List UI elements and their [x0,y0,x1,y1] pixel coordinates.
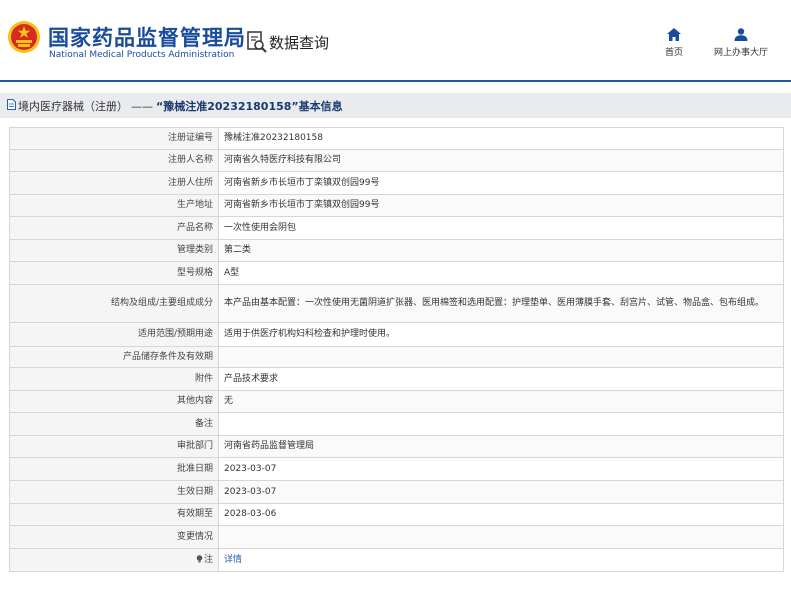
field-label: 注册人名称 [9,149,219,172]
table-row: 管理类别 第二类 [9,239,784,262]
note-value-cell: 详情 [218,548,784,572]
field-label: 附件 [9,367,219,391]
field-label: 变更情况 [9,525,219,549]
field-label: 备注 [9,412,219,436]
table-row: 产品名称 一次性使用会阴包 [9,216,784,240]
field-value: 河南省新乡市长垣市丁栾镇双创园99号 [218,171,784,195]
field-value: 无 [218,390,784,413]
search-document-icon [247,31,267,53]
table-row: 生产地址 河南省新乡市长垣市丁栾镇双创园99号 [9,194,784,217]
nav-online-service-label: 网上办事大厅 [713,48,768,58]
field-value: 2023-03-07 [218,480,784,504]
nav-home-label: 首页 [664,48,683,58]
table-row: 变更情况 [9,525,784,549]
field-value [218,412,784,436]
field-label: 注册证编号 [9,127,219,150]
breadcrumb-separator: —— [131,100,153,113]
site-title[interactable]: 国家药品监督管理局 [48,22,246,52]
note-label-cell: 注 [9,548,219,572]
table-row: 附件 产品技术要求 [9,367,784,391]
field-value: 河南省药品监督管理局 [218,435,784,458]
page-title: “豫械注准20232180158”基本信息 [156,100,343,113]
table-row: 型号规格 A型 [9,261,784,285]
field-label: 型号规格 [9,261,219,285]
field-value: A型 [218,261,784,285]
table-row: 批准日期 2023-03-07 [9,457,784,481]
field-label: 产品名称 [9,216,219,240]
field-value: 产品技术要求 [218,367,784,391]
registration-detail-table: 注册证编号 豫械注准20232180158 注册人名称 河南省久特医疗科技有限公司 注册… [9,127,784,572]
field-label: 生产地址 [9,194,219,217]
field-value: 豫械注准20232180158 [218,127,784,150]
field-label: 结构及组成/主要组成成分 [9,284,219,323]
field-label: 其他内容 [9,390,219,413]
table-row: 适用范围/预期用途 适用于供医疗机构妇科检查和护理时使用。 [9,322,784,347]
table-row: 注册证编号 豫械注准20232180158 [9,127,784,150]
home-icon [667,28,681,41]
field-value [218,525,784,549]
details-link[interactable]: 详情 [224,555,242,565]
breadcrumb-text: 境内医疗器械（注册） —— “豫械注准20232180158”基本信息 [18,98,343,114]
field-label: 审批部门 [9,435,219,458]
field-value: 一次性使用会阴包 [218,216,784,240]
field-label: 有效期至 [9,503,219,526]
field-value: 第二类 [218,239,784,262]
note-label: 注 [203,554,213,565]
table-row: 产品储存条件及有效期 [9,346,784,368]
national-emblem-icon [8,21,40,53]
nav-online-service-hall[interactable]: 网上办事大厅 [706,28,776,58]
field-label: 管理类别 [9,239,219,262]
field-label: 批准日期 [9,457,219,481]
table-row: 其他内容无 [9,390,784,413]
field-label: 注册人住所 [9,171,219,195]
breadcrumb-category[interactable]: 境内医疗器械（注册） [18,100,128,113]
field-value: 2023-03-07 [218,457,784,481]
table-row: 注册人名称 河南省久特医疗科技有限公司 [9,149,784,172]
breadcrumb: 境内医疗器械（注册） —— “豫械注准20232180158”基本信息 [0,93,791,118]
nav-home[interactable]: 首页 [660,28,688,58]
table-row: 审批部门 河南省药品监督管理局 [9,435,784,458]
table-row: 生效日期 2023-03-07 [9,480,784,504]
data-query-label: 数据查询 [269,33,330,52]
field-label: 生效日期 [9,480,219,504]
field-value: 本产品由基本配置：一次性使用无菌阴道扩张器、医用棉签和选用配置：护理垫单、医用薄… [218,284,784,323]
field-value: 河南省久特医疗科技有限公司 [218,149,784,172]
field-value: 2028-03-06 [218,503,784,526]
table-row: 结构及组成/主要组成成分 本产品由基本配置：一次性使用无菌阴道扩张器、医用棉签和选… [9,284,784,323]
site-header: 国家药品监督管理局 National Medical Products Admi… [0,0,791,80]
field-value: 河南省新乡市长垣市丁栾镇双创园99号 [218,194,784,217]
field-value: 适用于供医疗机构妇科检查和护理时使用。 [218,322,784,347]
table-row: 有效期至 2028-03-06 [9,503,784,526]
field-value [218,346,784,368]
field-label: 产品储存条件及有效期 [9,346,219,368]
user-icon [734,28,748,41]
data-query-link[interactable]: 数据查询 [247,31,329,53]
lightbulb-icon [196,554,203,563]
header-divider [0,80,791,82]
table-row: 备注 [9,412,784,436]
document-icon [7,99,16,110]
table-row-note: 注 详情 [9,548,784,572]
field-label: 适用范围/预期用途 [9,322,219,347]
table-row: 注册人住所 河南省新乡市长垣市丁栾镇双创园99号 [9,171,784,195]
site-title-english: National Medical Products Administration [49,50,235,60]
